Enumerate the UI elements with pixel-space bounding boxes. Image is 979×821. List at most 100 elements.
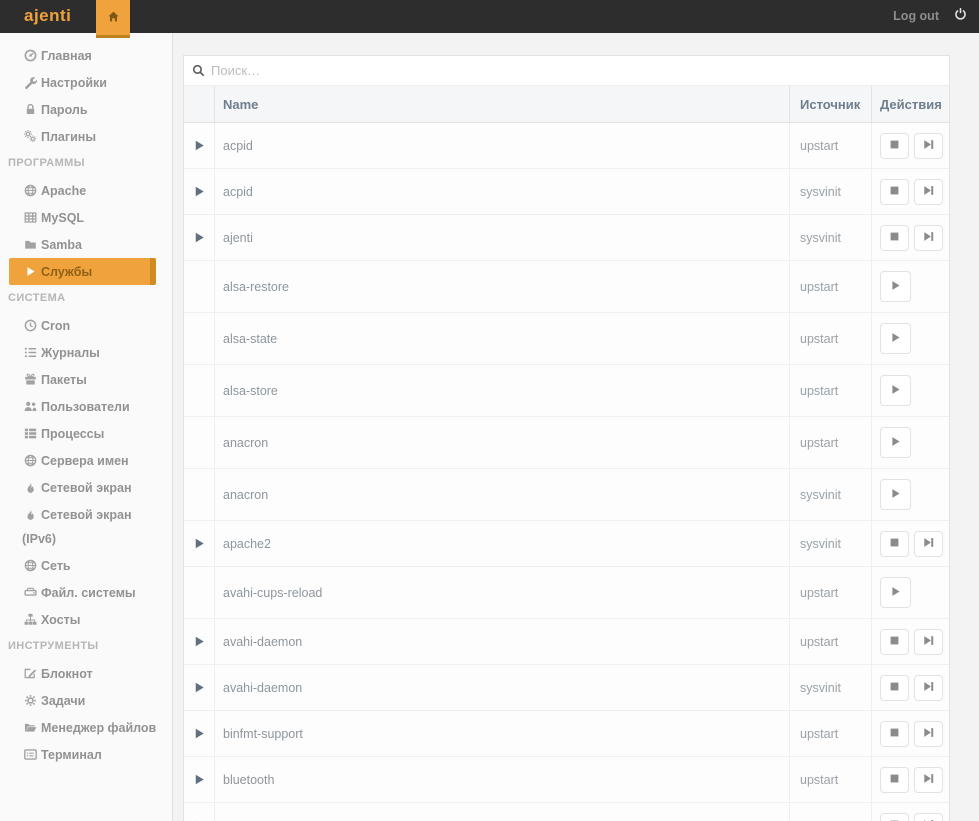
sidebar-item[interactable]: Блокнот — [0, 660, 172, 687]
sidebar-item[interactable]: Терминал — [0, 741, 172, 768]
start-button[interactable] — [880, 427, 911, 458]
table-row: anacron sysvinit — [184, 469, 949, 521]
sidebar-item-label: Плагины — [41, 129, 96, 144]
list-ul-icon — [22, 341, 38, 365]
sidebar-item[interactable]: Менеджер файлов — [0, 714, 172, 741]
restart-button[interactable] — [914, 132, 943, 159]
service-source: sysvinit — [789, 169, 871, 214]
service-status — [184, 169, 214, 214]
stop-icon — [888, 230, 901, 246]
service-actions — [871, 123, 949, 168]
restart-button[interactable] — [914, 224, 943, 251]
sidebar-item[interactable]: Хосты — [0, 606, 172, 633]
stop-button[interactable] — [880, 224, 909, 251]
sidebar-item[interactable]: Файл. системы — [0, 579, 172, 606]
service-actions — [871, 365, 949, 416]
play-icon — [22, 260, 38, 284]
restart-button[interactable] — [914, 766, 943, 793]
stop-button[interactable] — [880, 812, 909, 821]
service-source: upstart — [789, 261, 871, 312]
sidebar-item[interactable]: Сеть — [0, 552, 172, 579]
service-status — [184, 803, 214, 821]
table-row — [184, 803, 949, 821]
stop-button[interactable] — [880, 178, 909, 205]
restart-button[interactable] — [914, 674, 943, 701]
sidebar-item[interactable]: Samba — [0, 231, 172, 258]
column-header-name[interactable]: Name — [214, 86, 789, 122]
service-name: bluetooth — [214, 757, 789, 802]
sidebar-item[interactable]: Настройки — [0, 69, 172, 96]
stop-button[interactable] — [880, 132, 909, 159]
play-status-icon — [193, 231, 206, 244]
play-icon — [889, 331, 902, 347]
table-row: alsa-restore upstart — [184, 261, 949, 313]
service-status — [184, 521, 214, 566]
service-name: apache2 — [214, 521, 789, 566]
column-header-status — [184, 86, 214, 122]
table-row: ajenti sysvinit — [184, 215, 949, 261]
step-forward-icon — [922, 772, 935, 788]
service-name: avahi-daemon — [214, 619, 789, 664]
sidebar-item-label: Сервера имен — [41, 453, 129, 468]
column-header-source[interactable]: Источник — [789, 86, 871, 122]
sidebar-item[interactable]: Главная — [0, 42, 172, 69]
stop-button[interactable] — [880, 628, 909, 655]
globe-icon — [22, 449, 38, 473]
service-source: upstart — [789, 711, 871, 756]
sidebar-item[interactable]: Сетевой экран — [0, 474, 172, 501]
sidebar-item[interactable]: Сетевой экран (IPv6) — [0, 501, 172, 552]
service-name: alsa-store — [214, 365, 789, 416]
search-input[interactable] — [211, 63, 941, 78]
service-status — [184, 313, 214, 364]
sidebar-item[interactable]: Процессы — [0, 420, 172, 447]
sidebar-item[interactable]: Пакеты — [0, 366, 172, 393]
service-actions — [871, 665, 949, 710]
table-row: bluetooth upstart — [184, 757, 949, 803]
start-button[interactable] — [880, 375, 911, 406]
service-name — [214, 803, 789, 821]
service-name: alsa-restore — [214, 261, 789, 312]
restart-button[interactable] — [914, 530, 943, 557]
service-source: sysvinit — [789, 521, 871, 566]
power-button[interactable] — [954, 7, 967, 23]
stop-button[interactable] — [880, 530, 909, 557]
sidebar-item[interactable]: MySQL — [0, 204, 172, 231]
start-button[interactable] — [880, 323, 911, 354]
sidebar-item-active[interactable]: Службы — [9, 258, 156, 285]
start-button[interactable] — [880, 479, 911, 510]
table-row: avahi-cups-reload upstart — [184, 567, 949, 619]
sidebar-item[interactable]: Плагины — [0, 123, 172, 150]
restart-button[interactable] — [914, 720, 943, 747]
sidebar-item[interactable]: Задачи — [0, 687, 172, 714]
start-button[interactable] — [880, 577, 911, 608]
sidebar-item[interactable]: Пароль — [0, 96, 172, 123]
service-actions — [871, 169, 949, 214]
sidebar-item[interactable]: Cron — [0, 312, 172, 339]
sidebar-item-label: Блокнот — [41, 666, 93, 681]
stop-icon — [888, 818, 901, 821]
service-source: sysvinit — [789, 665, 871, 710]
sidebar-item[interactable]: Журналы — [0, 339, 172, 366]
stop-button[interactable] — [880, 720, 909, 747]
fire-icon — [22, 503, 38, 527]
sidebar-item[interactable]: Сервера имен — [0, 447, 172, 474]
sidebar-item[interactable]: Apache — [0, 177, 172, 204]
sidebar-item-label: Задачи — [41, 693, 86, 708]
service-status — [184, 215, 214, 260]
sidebar-item-label: Cron — [41, 318, 71, 333]
stop-button[interactable] — [880, 674, 909, 701]
lock-icon — [22, 98, 38, 122]
service-source: upstart — [789, 313, 871, 364]
restart-button[interactable] — [914, 628, 943, 655]
gears-icon — [22, 125, 38, 149]
home-icon — [107, 10, 120, 26]
restart-button[interactable] — [914, 178, 943, 205]
sidebar-item[interactable]: Пользователи — [0, 393, 172, 420]
table-row: acpid upstart — [184, 123, 949, 169]
home-button[interactable] — [96, 0, 130, 38]
stop-button[interactable] — [880, 766, 909, 793]
logout-link[interactable]: Log out — [893, 9, 939, 23]
topbar: ajenti Log out — [0, 0, 979, 38]
restart-button[interactable] — [914, 812, 943, 821]
start-button[interactable] — [880, 271, 911, 302]
